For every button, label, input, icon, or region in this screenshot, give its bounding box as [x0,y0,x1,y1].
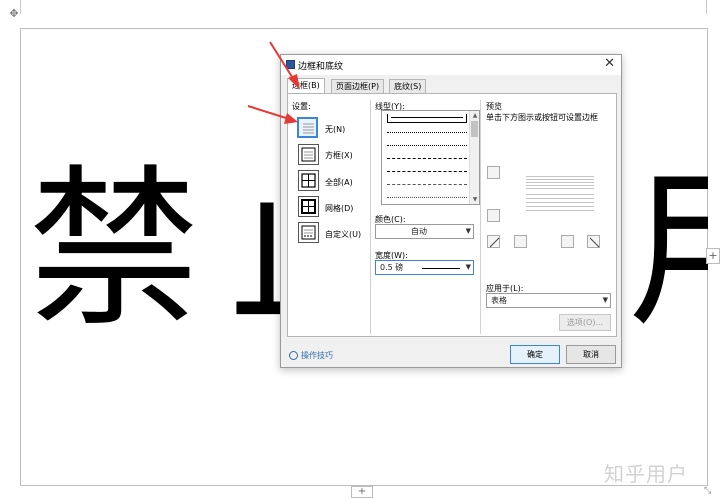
style-option-dashed[interactable] [387,158,467,159]
add-row-button[interactable]: + [351,486,373,498]
column-divider [480,100,481,334]
left-border-icon[interactable] [514,235,527,248]
dialog-titlebar[interactable]: 边框和底纹 ✕ [281,55,621,75]
setting-all-button[interactable] [298,170,319,191]
add-column-button[interactable]: + [706,248,720,264]
annotation-arrow-setting [247,105,298,124]
close-icon[interactable]: ✕ [604,57,615,71]
inside-vertical-border-icon[interactable] [561,235,574,248]
tab-shading[interactable]: 底纹(S) [389,79,427,94]
diagonal-up-border-icon[interactable] [487,235,500,248]
options-button[interactable]: 选项(O)... [559,314,611,331]
diagonal-down-border-icon[interactable] [587,235,600,248]
move-handle-icon[interactable]: ✥ [8,8,20,20]
preview-label: 预览 [486,102,502,111]
chevron-down-icon[interactable]: ▼ [470,195,479,204]
chevron-up-icon[interactable]: ▲ [470,111,479,120]
plus-icon: + [708,249,718,262]
annotation-arrow-tab [269,41,300,90]
plus-icon: + [357,486,367,497]
borders-shading-dialog: 边框和底纹 ✕ 边框(B) 页面边框(P) 底纹(S) 设置: 无(N) 方框(… [280,54,622,368]
tips-link-label: 操作技巧 [301,351,333,360]
info-icon [289,351,298,360]
apply-to-select[interactable]: 表格 ▼ [486,293,611,308]
style-listbox[interactable]: ▲ ▼ [381,110,480,205]
top-border-icon[interactable] [487,166,500,179]
setting-grid-button[interactable] [298,196,319,217]
style-option-long-dashed[interactable] [387,171,467,172]
tips-link[interactable]: 操作技巧 [289,350,333,361]
style-option-dash-dot-dot[interactable] [387,197,467,198]
chevron-down-icon: ▼ [602,296,608,304]
setting-box-button[interactable] [298,144,319,165]
watermark: 知乎用户 [604,462,688,486]
preview-hint: 单击下方图示或按钮可设置边框 [486,113,598,122]
apply-to-value: 表格 [491,296,507,305]
width-select[interactable]: 0.5 磅 ▼ [375,260,474,275]
setting-all-label: 全部(A) [325,178,353,187]
ok-button[interactable]: 确定 [510,345,560,364]
color-select[interactable]: 自动 ▼ [375,224,474,239]
ruler-tick [706,0,707,14]
scrollbar-thumb[interactable] [471,121,478,137]
ruler-tick [20,0,21,14]
style-option-fine-dotted[interactable] [387,145,467,146]
setting-grid-label: 网格(D) [325,204,354,213]
resize-handle-icon[interactable]: ⤡ [704,486,716,498]
chevron-down-icon: ▼ [465,263,471,271]
inside-horizontal-border-icon[interactable] [487,209,500,222]
tab-page-border[interactable]: 页面边框(P) [331,79,385,94]
chevron-down-icon: ▼ [465,227,471,235]
setting-custom-button[interactable] [298,222,319,243]
style-option-selected[interactable] [387,114,467,123]
width-line-sample [422,268,460,269]
border-custom-icon [301,225,316,240]
style-scrollbar[interactable]: ▲ ▼ [469,111,479,204]
tab-panel-borders: 设置: 无(N) 方框(X) 全部(A) 网格(D) 自定义(U) 线型(Y):… [287,93,617,337]
style-option-dotted[interactable] [387,132,467,133]
style-option-dash-dot[interactable] [387,184,467,185]
color-value: 自动 [411,227,427,236]
column-divider [370,100,371,334]
border-all-icon [301,173,316,188]
cancel-button[interactable]: 取消 [566,345,616,364]
setting-none-label: 无(N) [325,125,346,134]
setting-custom-label: 自定义(U) [325,230,362,239]
width-value: 0.5 磅 [380,263,404,272]
setting-box-label: 方框(X) [325,151,353,160]
border-grid-icon [301,199,316,214]
border-box-icon [301,147,316,162]
